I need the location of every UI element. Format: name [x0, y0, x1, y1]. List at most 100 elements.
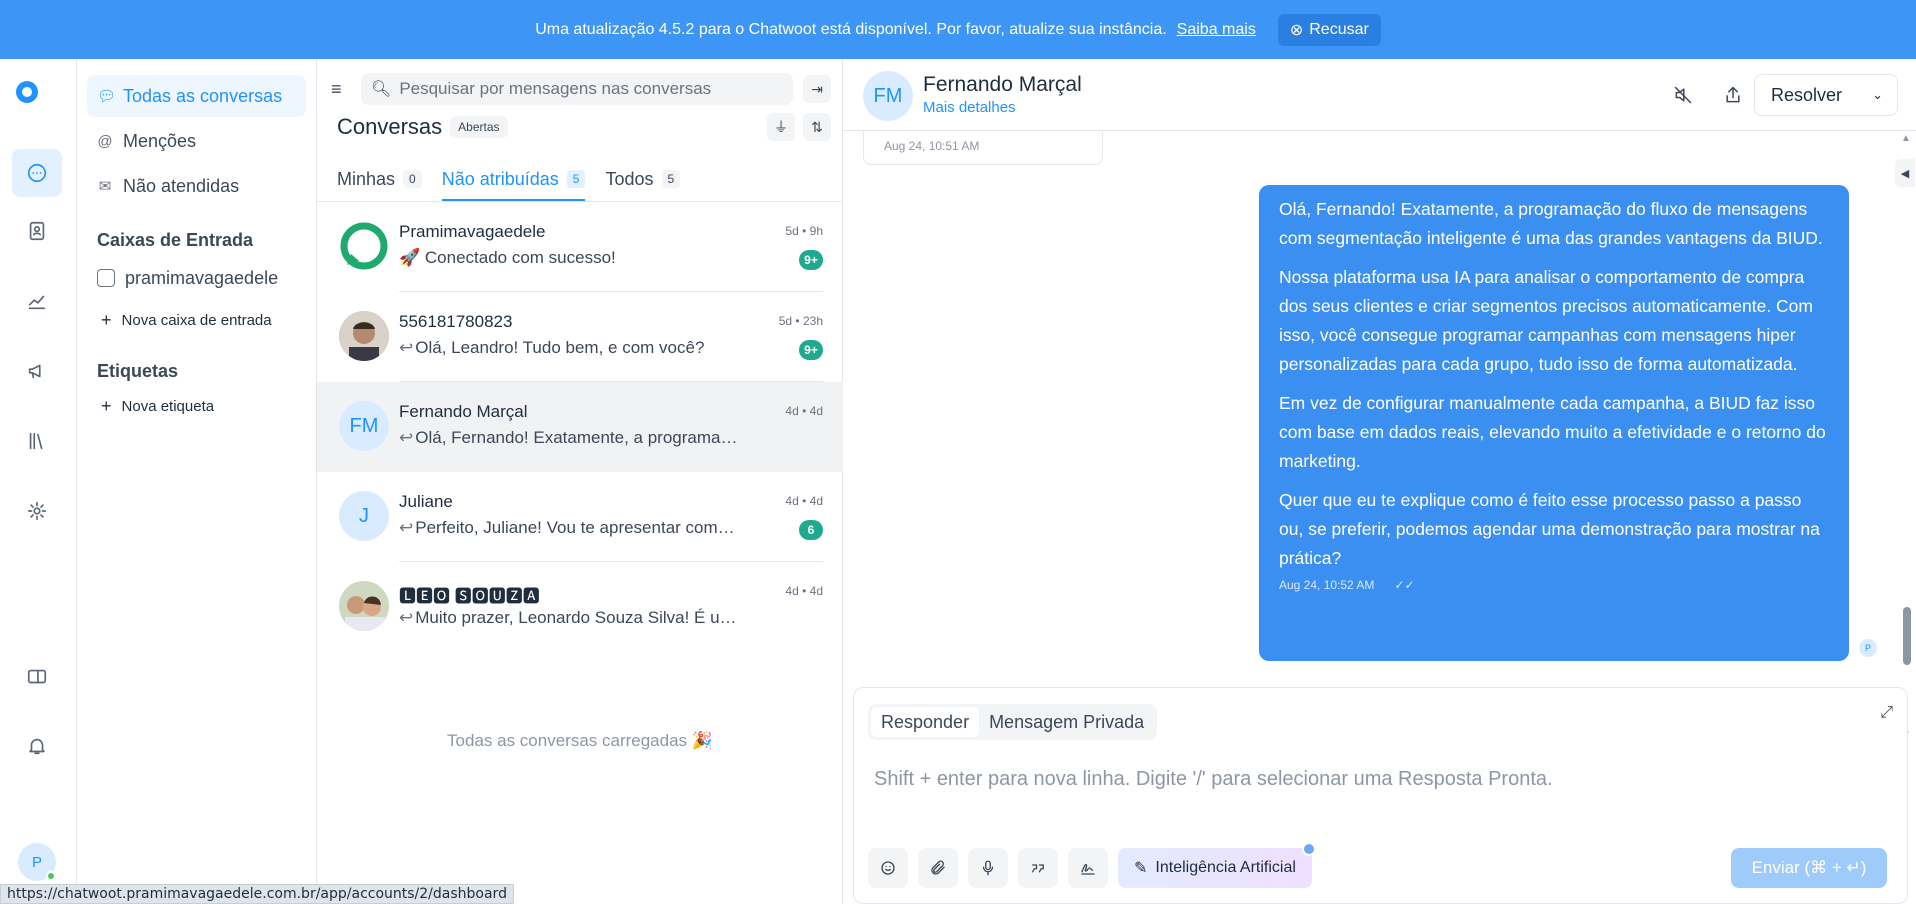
reply-composer: Responder Mensagem Privada ⤢ ✎ Inteli: [853, 687, 1908, 904]
at-icon: @: [97, 132, 113, 150]
library-icon: [29, 432, 43, 450]
tab-unassigned[interactable]: Não atribuídas 5: [441, 159, 586, 201]
conversation-header: FM Fernando Marçal Mais detalhes Resolve…: [843, 59, 1916, 131]
contact-name: Pramimavagaedele: [399, 222, 546, 241]
tab-label: Todos: [605, 168, 654, 189]
unread-badge: 9+: [799, 340, 823, 360]
magic-wand-icon: ✎: [1134, 860, 1148, 877]
sidebar-item-all-conversations[interactable]: 💬︎ Todas as conversas: [87, 75, 306, 117]
learn-more-link[interactable]: Saiba mais: [1177, 21, 1256, 39]
status-filter-pill[interactable]: Abertas: [450, 116, 508, 138]
last-message: ↩︎ Olá, Fernando! Exatamente, a programaç…: [399, 428, 739, 448]
scrollbar-thumb[interactable]: [1903, 607, 1911, 665]
update-banner: Uma atualização 4.5.2 para o Chatwoot es…: [0, 0, 1916, 59]
contacts-nav-button[interactable]: [12, 207, 62, 255]
campaigns-nav-button[interactable]: [12, 347, 62, 395]
unread-badge: 6: [799, 520, 823, 540]
notifications-button[interactable]: [12, 722, 62, 770]
reports-nav-button[interactable]: [12, 277, 62, 325]
tab-label: Não atribuídas: [441, 168, 559, 189]
reply-mode-button[interactable]: Responder: [871, 707, 980, 737]
double-check-icon: ✓✓: [1394, 578, 1415, 592]
inboxes-heading: Caixas de Entrada: [97, 229, 254, 250]
conversation-time: 4d • 4d: [785, 404, 823, 418]
dismiss-label: Recusar: [1309, 20, 1369, 38]
quote-icon: [1032, 864, 1044, 873]
last-message-text: Muito prazer, Leonardo Souza Silva! É um…: [415, 608, 739, 627]
user-avatar[interactable]: P: [18, 843, 56, 881]
tab-count: 5: [566, 170, 586, 188]
attach-button[interactable]: [918, 848, 958, 888]
unread-badge: 9+: [799, 250, 823, 270]
signature-button[interactable]: [1068, 848, 1108, 888]
chevron-down-icon: ⌄: [1872, 87, 1883, 102]
conversations-nav-button[interactable]: [12, 149, 62, 197]
scroll-up-arrow-icon[interactable]: ▲: [1901, 133, 1911, 144]
chart-icon: [28, 295, 46, 310]
tab-mine[interactable]: Minhas 0: [337, 159, 422, 201]
tab-all[interactable]: Todos 5: [605, 159, 681, 201]
expand-icon[interactable]: ⤢: [1880, 704, 1893, 722]
close-circle-icon: ⊗: [1289, 21, 1304, 39]
sidebar-item-label: Menções: [123, 130, 197, 151]
mute-button[interactable]: [1667, 79, 1699, 111]
page-title: Conversas: [337, 114, 443, 139]
conversation-item[interactable]: J Juliane ↩︎ Perfeito, Juliane! Vou te ap…: [317, 472, 843, 562]
library-nav-button[interactable]: [12, 417, 62, 465]
export-button[interactable]: [1717, 79, 1749, 111]
conversation-time: 4d • 4d: [785, 494, 823, 508]
conversation-item[interactable]: 🅻🅴🅾 🆂🅾🆄🆉🅰 ↩︎ Muito prazer, Leonardo Souza…: [317, 562, 843, 652]
reply-icon: ↩︎: [399, 428, 414, 447]
conversation-time: 5d • 9h: [785, 224, 823, 238]
conversation-item[interactable]: FM Fernando Marçal ↩︎ Olá, Fernando! Exat…: [317, 382, 843, 472]
resolve-button[interactable]: Resolver ⌄: [1754, 74, 1898, 116]
all-loaded-text: Todas as conversas carregadas 🎉: [447, 731, 713, 750]
message-time: Aug 24, 10:52 AM: [1279, 578, 1375, 592]
contact-name: Fernando Marçal: [923, 73, 1082, 96]
message-paragraph: Olá, Fernando! Exatamente, a programação…: [1279, 199, 1823, 248]
contact-avatar[interactable]: FM: [863, 71, 913, 121]
reply-icon: ↩︎: [399, 608, 414, 627]
contacts-icon: [29, 221, 45, 241]
sidebar-item-inbox[interactable]: pramimavagaedele: [87, 257, 306, 299]
megaphone-icon: [28, 364, 41, 379]
send-button[interactable]: Enviar (⌘ + ↵): [1731, 848, 1887, 888]
settings-nav-button[interactable]: [12, 487, 62, 535]
last-message-text: Olá, Leandro! Tudo bem, e com você?: [415, 338, 705, 357]
more-details-link[interactable]: Mais detalhes: [923, 99, 1016, 116]
dashboard-apps-button[interactable]: [12, 653, 62, 701]
sidebar-item-unattended[interactable]: ✉︎ Não atendidas: [87, 165, 306, 207]
add-inbox-label: Nova caixa de entrada: [121, 311, 272, 329]
filter-icon: ⏚: [774, 119, 788, 135]
app-logo[interactable]: [16, 81, 38, 103]
collapse-panel-button[interactable]: ⇥: [803, 75, 831, 103]
ai-assist-button[interactable]: ✎ Inteligência Artificial: [1118, 842, 1316, 888]
message-paragraph: Quer que eu te explique como é feito ess…: [1279, 490, 1820, 568]
secondary-sidebar: 💬︎ Todas as conversas @ Menções ✉︎ Não a…: [77, 59, 317, 904]
plus-icon: +: [101, 395, 112, 416]
add-inbox-button[interactable]: + Nova caixa de entrada: [87, 302, 306, 338]
signature-icon: [1081, 863, 1095, 875]
conversation-item[interactable]: Pramimavagaedele 🚀 Conectado com sucesso…: [317, 202, 843, 292]
add-label-button[interactable]: + Nova etiqueta: [87, 388, 306, 424]
conversation-item[interactable]: 556181780823 ↩︎ Olá, Leandro! Tudo bem, e…: [317, 292, 843, 382]
quote-button[interactable]: [1018, 848, 1058, 888]
conversation-time: 4d • 4d: [785, 584, 823, 598]
dismiss-update-button[interactable]: ⊗ Recusar: [1277, 13, 1381, 46]
emoji-button[interactable]: [868, 848, 908, 888]
record-audio-button[interactable]: [968, 848, 1008, 888]
sidebar-item-mentions[interactable]: @ Menções: [87, 120, 306, 162]
inbox-label: pramimavagaedele: [125, 267, 279, 288]
private-note-mode-button[interactable]: Mensagem Privada: [979, 707, 1154, 737]
assignee-tabs: Minhas 0 Não atribuídas 5 Todos 5: [337, 159, 681, 201]
hamburger-menu-icon[interactable]: ≡: [331, 79, 351, 100]
filter-button[interactable]: ⏚: [767, 113, 795, 141]
conversation-list-panel: ≡ 🔍︎ ⇥ Conversas Abertas ⏚ ⇅ Minhas 0 Nã…: [317, 59, 843, 904]
message-input[interactable]: [874, 768, 1884, 828]
sort-button[interactable]: ⇅: [803, 113, 831, 141]
last-message-text: Perfeito, Juliane! Vou te apresentar com…: [415, 518, 739, 537]
search-input[interactable]: [399, 79, 783, 99]
chat-icon: 💬︎: [97, 88, 117, 105]
last-message: ↩︎ Muito prazer, Leonardo Souza Silva! É …: [399, 608, 739, 628]
search-bar[interactable]: 🔍︎: [361, 73, 793, 105]
